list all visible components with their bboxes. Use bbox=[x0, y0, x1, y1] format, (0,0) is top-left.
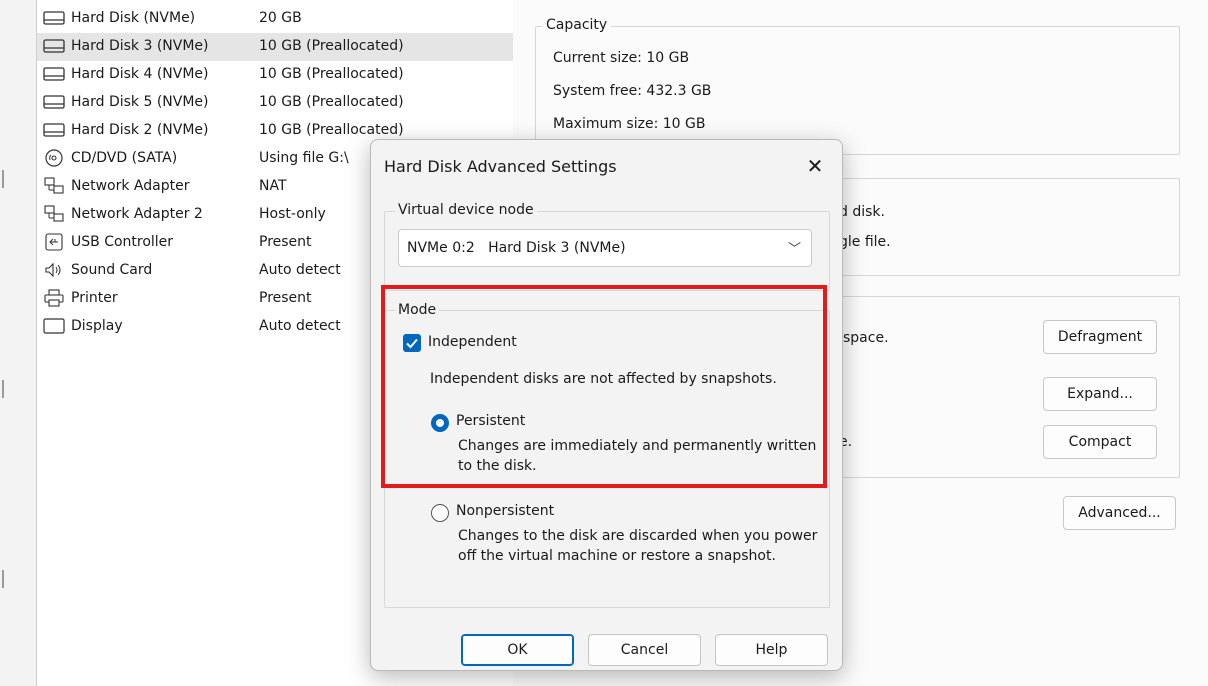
device-summary: Present bbox=[259, 234, 312, 250]
advanced-button[interactable]: Advanced... bbox=[1063, 496, 1176, 530]
device-summary: Auto detect bbox=[259, 318, 341, 334]
usb-icon bbox=[45, 233, 63, 251]
device-row-hard-disk-4[interactable]: Hard Disk 4 (NVMe) 10 GB (Preallocated) bbox=[37, 61, 513, 89]
current-size-text: Current size: 10 GB bbox=[553, 50, 690, 66]
mode-highlight-box bbox=[381, 285, 827, 488]
hard-disk-icon bbox=[43, 67, 65, 81]
virtual-device-node-label: Virtual device node bbox=[395, 202, 537, 218]
device-name: USB Controller bbox=[71, 234, 174, 250]
device-name: Printer bbox=[71, 290, 118, 306]
close-button[interactable]: ✕ bbox=[798, 150, 832, 182]
help-button[interactable]: Help bbox=[715, 634, 828, 666]
device-summary: 10 GB (Preallocated) bbox=[259, 66, 404, 82]
device-name: Display bbox=[71, 318, 123, 334]
virtual-device-node-value: NVMe 0:2 Hard Disk 3 (NVMe) bbox=[407, 240, 626, 256]
speaker-icon bbox=[45, 262, 61, 278]
device-name: Network Adapter 2 bbox=[71, 206, 203, 222]
hard-disk-icon bbox=[43, 11, 65, 25]
nonpersistent-description: Changes to the disk are discarded when y… bbox=[458, 528, 818, 564]
chevron-down-icon: ﹀ bbox=[787, 242, 801, 257]
device-summary: 20 GB bbox=[259, 10, 302, 26]
device-name: Sound Card bbox=[71, 262, 153, 278]
device-name: Hard Disk 4 (NVMe) bbox=[71, 66, 209, 82]
device-row-hard-disk-5[interactable]: Hard Disk 5 (NVMe) 10 GB (Preallocated) bbox=[37, 89, 513, 117]
capacity-label: Capacity bbox=[542, 17, 612, 33]
edge-marker bbox=[2, 170, 4, 188]
maximum-size-text: Maximum size: 10 GB bbox=[553, 116, 706, 132]
device-name: Hard Disk 2 (NVMe) bbox=[71, 122, 209, 138]
disk-info-line2: gle file. bbox=[839, 234, 891, 250]
nonpersistent-label: Nonpersistent bbox=[456, 503, 555, 519]
device-name: CD/DVD (SATA) bbox=[71, 150, 178, 166]
hard-disk-icon bbox=[43, 39, 65, 53]
utilities-text-1: space. bbox=[843, 330, 889, 346]
disk-info-line1: d disk. bbox=[839, 204, 885, 220]
device-name: Hard Disk (NVMe) bbox=[71, 10, 196, 26]
close-icon: ✕ bbox=[806, 154, 824, 178]
network-adapter-icon bbox=[44, 205, 64, 222]
hard-disk-icon bbox=[43, 95, 65, 109]
device-summary: Using file G:\ bbox=[259, 150, 349, 166]
ok-button[interactable]: OK bbox=[461, 634, 574, 666]
device-row-hard-disk-3[interactable]: Hard Disk 3 (NVMe) 10 GB (Preallocated) bbox=[37, 33, 513, 61]
nonpersistent-radio[interactable] bbox=[431, 504, 449, 522]
device-name: Network Adapter bbox=[71, 178, 190, 194]
system-free-text: System free: 432.3 GB bbox=[553, 83, 712, 99]
device-summary: 10 GB (Preallocated) bbox=[259, 94, 404, 110]
device-name: Hard Disk 3 (NVMe) bbox=[71, 38, 209, 54]
edge-marker bbox=[2, 380, 4, 398]
device-summary: Present bbox=[259, 290, 312, 306]
device-summary: 10 GB (Preallocated) bbox=[259, 122, 404, 138]
compact-button[interactable]: Compact bbox=[1043, 425, 1157, 459]
printer-icon bbox=[44, 289, 64, 307]
window-left-edge bbox=[0, 0, 36, 686]
virtual-device-node-select[interactable]: NVMe 0:2 Hard Disk 3 (NVMe) ﹀ bbox=[398, 229, 812, 267]
edge-marker bbox=[2, 570, 4, 588]
device-summary: Host-only bbox=[259, 206, 326, 222]
cancel-button[interactable]: Cancel bbox=[588, 634, 701, 666]
network-adapter-icon bbox=[44, 177, 64, 194]
device-row-hard-disk[interactable]: Hard Disk (NVMe) 20 GB bbox=[37, 5, 513, 33]
device-name: Hard Disk 5 (NVMe) bbox=[71, 94, 209, 110]
display-icon bbox=[43, 318, 65, 334]
expand-button[interactable]: Expand... bbox=[1043, 377, 1157, 411]
device-summary: NAT bbox=[259, 178, 287, 194]
dialog-title: Hard Disk Advanced Settings bbox=[384, 157, 617, 176]
device-summary: Auto detect bbox=[259, 262, 341, 278]
hard-disk-icon bbox=[43, 123, 65, 137]
cd-dvd-icon bbox=[45, 149, 63, 167]
defragment-button[interactable]: Defragment bbox=[1043, 320, 1157, 354]
device-summary: 10 GB (Preallocated) bbox=[259, 38, 404, 54]
